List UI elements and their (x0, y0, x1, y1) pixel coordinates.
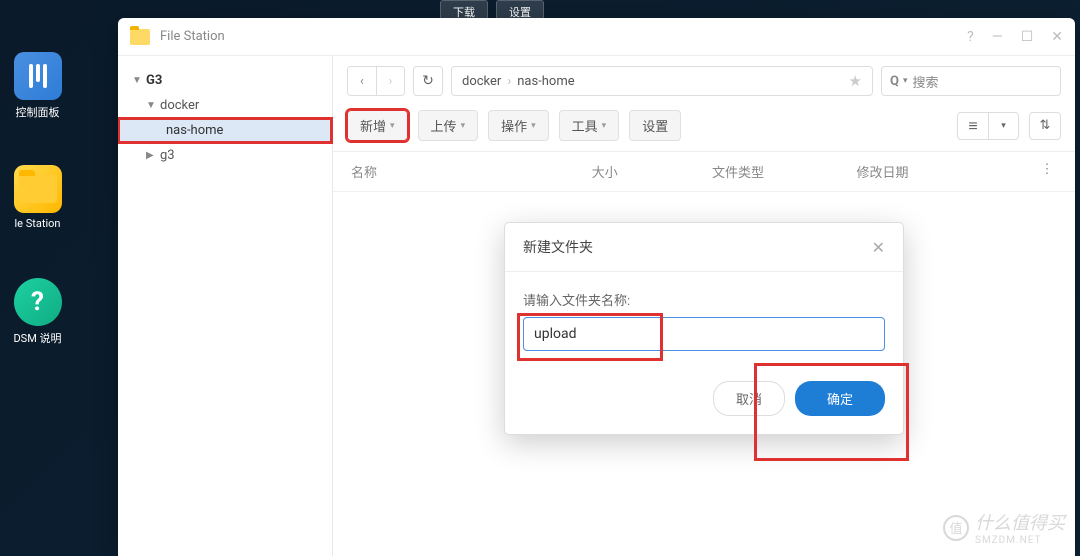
search-placeholder: 搜索 (913, 72, 939, 91)
watermark-sub: SMZDM.NET (975, 535, 1065, 546)
caret-down-icon: ▼ (146, 100, 156, 111)
caret-down-icon: ▼ (132, 75, 142, 86)
desktop-background: 下载 设置 控制面板 le Station ? DSM 说明 File Stat… (0, 0, 1080, 556)
help-button[interactable]: ? (967, 29, 974, 45)
watermark-text: 什么值得买 (975, 509, 1065, 535)
watermark: 值 什么值得买 SMZDM.NET (943, 509, 1065, 546)
search-icon: Q (890, 74, 899, 89)
dialog-label: 请输入文件夹名称: (523, 290, 885, 309)
folder-icon (14, 165, 62, 213)
tools-button[interactable]: 工具▾ (559, 110, 620, 141)
desktop-icon-dsm-help[interactable]: ? DSM 说明 (10, 278, 65, 346)
caret-down-icon: ▾ (461, 121, 466, 131)
desktop-icon-label: DSM 说明 (10, 330, 65, 346)
caret-down-icon: ▾ (602, 121, 607, 131)
desktop-icon-label: le Station (10, 217, 65, 230)
star-icon[interactable]: ★ (849, 72, 862, 90)
tree-item-nas-home[interactable]: nas-home (118, 118, 332, 143)
desktop-icon-label: 控制面板 (10, 104, 65, 120)
close-button[interactable]: ✕ (1051, 29, 1063, 45)
action-button[interactable]: 操作▾ (488, 110, 549, 141)
settings-button[interactable]: 设置 (629, 110, 681, 141)
tree-label: G3 (146, 73, 162, 88)
tree-label: docker (160, 98, 199, 113)
column-type[interactable]: 文件类型 (712, 162, 856, 181)
nav-forward-button[interactable]: › (376, 67, 404, 95)
sort-button[interactable]: ⇅ (1029, 112, 1061, 140)
control-panel-icon (14, 52, 62, 100)
new-button[interactable]: 新增▾ (347, 110, 408, 141)
breadcrumb-item[interactable]: docker (462, 74, 501, 89)
breadcrumb-item[interactable]: nas-home (517, 74, 574, 89)
ok-button[interactable]: 确定 (795, 381, 885, 416)
modal-backdrop: 新建文件夹 ✕ 请输入文件夹名称: 取消 确定 (333, 192, 1075, 556)
path-bar: ‹ › ↻ docker › nas-home ★ Q ▾ 搜索 (333, 56, 1075, 102)
desktop-icon-file-station[interactable]: le Station (10, 165, 65, 230)
window-titlebar[interactable]: File Station ? — ☐ ✕ (118, 18, 1075, 56)
folder-name-input[interactable] (523, 317, 885, 351)
nav-back-button[interactable]: ‹ (348, 67, 376, 95)
column-size[interactable]: 大小 (592, 162, 712, 181)
watermark-badge: 值 (943, 515, 969, 541)
tree-root[interactable]: ▼ G3 (118, 68, 332, 93)
help-icon: ? (14, 278, 62, 326)
view-list-button[interactable]: ≡ (958, 113, 988, 139)
desktop-icon-control-panel[interactable]: 控制面板 (10, 52, 65, 120)
tree-item-docker[interactable]: ▼ docker (118, 93, 332, 118)
close-icon[interactable]: ✕ (872, 238, 885, 257)
chevron-right-icon: › (507, 74, 511, 89)
upload-button[interactable]: 上传▾ (418, 110, 479, 141)
view-mode-group: ≡ ▾ (957, 112, 1019, 140)
breadcrumb[interactable]: docker › nas-home ★ (451, 66, 873, 96)
file-station-window: File Station ? — ☐ ✕ ▼ G3 ▼ docker nas-h… (118, 18, 1075, 556)
caret-down-icon: ▾ (531, 121, 536, 131)
file-list-area: 新建文件夹 ✕ 请输入文件夹名称: 取消 确定 (333, 192, 1075, 556)
main-panel: ‹ › ↻ docker › nas-home ★ Q ▾ 搜索 (333, 56, 1075, 556)
caret-right-icon: ▶ (146, 150, 156, 161)
column-date[interactable]: 修改日期 (856, 162, 1037, 181)
folder-tree-sidebar: ▼ G3 ▼ docker nas-home ▶ g3 (118, 56, 333, 556)
cancel-button[interactable]: 取消 (713, 381, 785, 416)
maximize-button[interactable]: ☐ (1021, 29, 1034, 45)
folder-icon (130, 29, 150, 45)
view-dropdown-button[interactable]: ▾ (988, 113, 1018, 139)
table-header: 名称 大小 文件类型 修改日期 ⋮ (333, 152, 1075, 192)
caret-down-icon: ▾ (390, 121, 395, 131)
tree-label: nas-home (166, 123, 223, 138)
caret-down-icon: ▾ (903, 76, 908, 86)
column-name[interactable]: 名称 (351, 162, 592, 181)
column-more-icon[interactable]: ⋮ (1037, 162, 1057, 181)
window-title: File Station (160, 29, 967, 44)
toolbar: 新增▾ 上传▾ 操作▾ 工具▾ 设置 (333, 102, 1075, 152)
search-input[interactable]: Q ▾ 搜索 (881, 66, 1061, 96)
dialog-title: 新建文件夹 (523, 237, 872, 257)
new-folder-dialog: 新建文件夹 ✕ 请输入文件夹名称: 取消 确定 (504, 222, 904, 435)
tree-item-g3[interactable]: ▶ g3 (118, 143, 332, 168)
tree-label: g3 (160, 148, 175, 163)
refresh-button[interactable]: ↻ (413, 66, 443, 96)
minimize-button[interactable]: — (992, 29, 1003, 45)
